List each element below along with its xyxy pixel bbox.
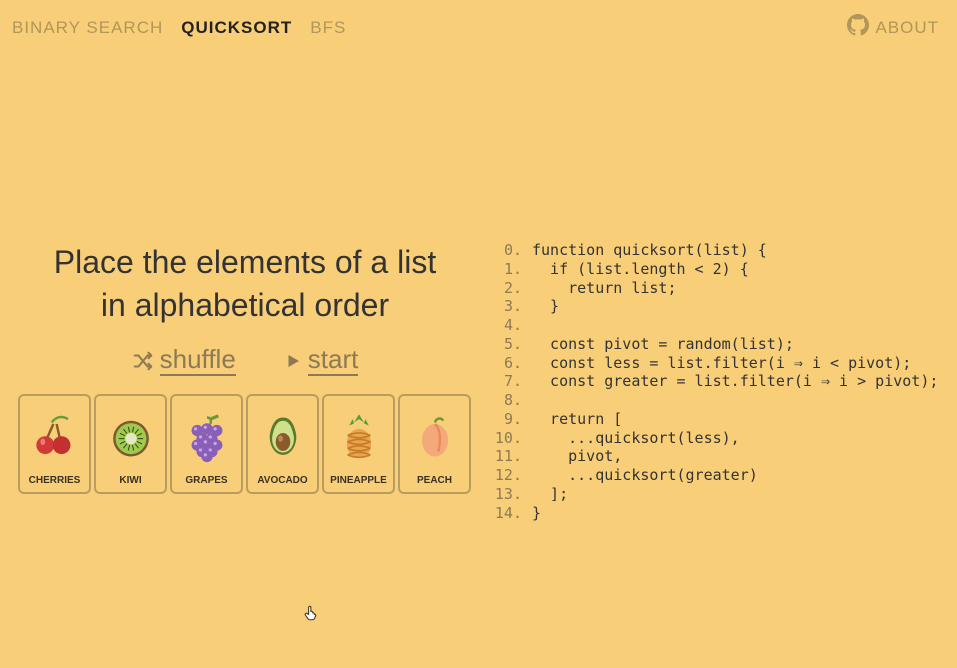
code-line: 1. if (list.length < 2) { <box>492 260 938 279</box>
pointer-cursor-icon <box>303 603 321 628</box>
line-number: 10. <box>492 429 522 448</box>
code-line: 11. pivot, <box>492 447 938 466</box>
pineapple-icon <box>326 400 391 475</box>
code-line: 7. const greater = list.filter(i ⇒ i > p… <box>492 372 938 391</box>
kiwi-icon <box>98 400 163 475</box>
line-number: 4. <box>492 316 522 335</box>
line-number: 12. <box>492 466 522 485</box>
line-number: 9. <box>492 410 522 429</box>
shuffle-button[interactable]: shuffle <box>132 345 236 376</box>
line-number: 7. <box>492 372 522 391</box>
card-label: GRAPES <box>185 475 227 486</box>
cherries-icon <box>22 400 87 475</box>
line-number: 0. <box>492 241 522 260</box>
code-line: 12. ...quicksort(greater) <box>492 466 938 485</box>
line-number: 5. <box>492 335 522 354</box>
code-line: 10. ...quicksort(less), <box>492 429 938 448</box>
code-line: 13. ]; <box>492 485 938 504</box>
code-line: 9. return [ <box>492 410 938 429</box>
line-number: 11. <box>492 447 522 466</box>
code-line: 0.function quicksort(list) { <box>492 241 938 260</box>
card-peach[interactable]: PEACH <box>398 394 471 494</box>
start-label: start <box>308 345 359 376</box>
shuffle-icon <box>132 350 154 372</box>
card-label: PINEAPPLE <box>330 475 387 486</box>
grapes-icon <box>174 400 239 475</box>
line-number: 6. <box>492 354 522 373</box>
code-line: 14.} <box>492 504 938 523</box>
card-avocado[interactable]: AVOCADO <box>246 394 319 494</box>
shuffle-label: shuffle <box>160 345 236 376</box>
line-number: 1. <box>492 260 522 279</box>
tab-binary-search[interactable]: BINARY SEARCH <box>12 18 163 38</box>
line-number: 2. <box>492 279 522 298</box>
card-label: CHERRIES <box>29 475 81 486</box>
card-grapes[interactable]: GRAPES <box>170 394 243 494</box>
tab-bfs[interactable]: BFS <box>310 18 346 38</box>
about-label: ABOUT <box>875 18 939 38</box>
card-cherries[interactable]: CHERRIES <box>18 394 91 494</box>
line-number: 14. <box>492 504 522 523</box>
play-icon <box>284 351 302 371</box>
github-icon <box>847 14 875 41</box>
code-line: 5. const pivot = random(list); <box>492 335 938 354</box>
line-number: 8. <box>492 391 522 410</box>
start-button[interactable]: start <box>284 345 359 376</box>
card-kiwi[interactable]: KIWI <box>94 394 167 494</box>
line-number: 13. <box>492 485 522 504</box>
card-pineapple[interactable]: PINEAPPLE <box>322 394 395 494</box>
nav-bar: BINARY SEARCH QUICKSORT BFS ABOUT <box>0 0 957 41</box>
card-label: AVOCADO <box>257 475 307 486</box>
page-title: Place the elements of a listin alphabeti… <box>30 241 460 327</box>
code-line: 3. } <box>492 297 938 316</box>
code-line: 8. <box>492 391 938 410</box>
card-label: PEACH <box>417 475 452 486</box>
card-label: KIWI <box>119 475 141 486</box>
peach-icon <box>402 400 467 475</box>
avocado-icon <box>250 400 315 475</box>
code-line: 6. const less = list.filter(i ⇒ i < pivo… <box>492 354 938 373</box>
code-panel: 0.function quicksort(list) {1. if (list.… <box>480 241 938 522</box>
code-line: 4. <box>492 316 938 335</box>
about-link[interactable]: ABOUT <box>847 14 939 41</box>
line-number: 3. <box>492 297 522 316</box>
card-list: CHERRIES KIWI GRAPES AVOCADO PINEAPPLE PEACH <box>10 394 480 494</box>
code-line: 2. return list; <box>492 279 938 298</box>
tab-quicksort[interactable]: QUICKSORT <box>181 18 292 38</box>
